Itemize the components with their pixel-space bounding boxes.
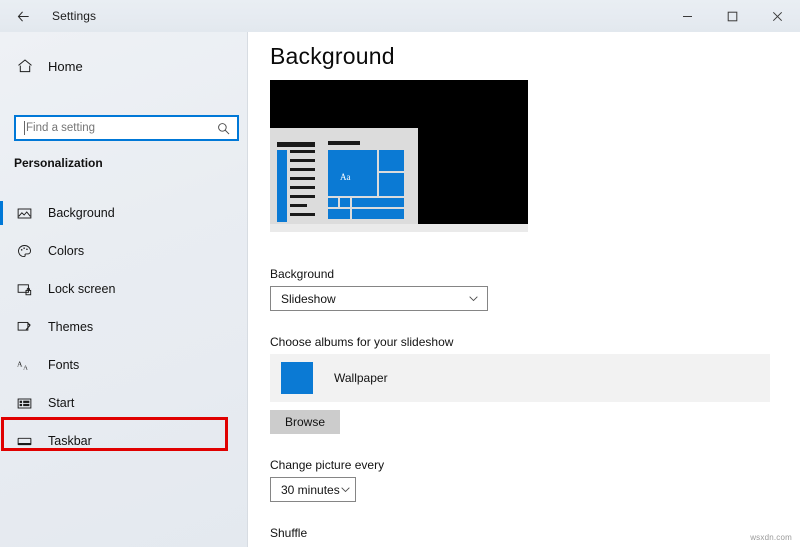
album-list-item[interactable]: Wallpaper — [270, 354, 770, 402]
preview-tile — [352, 209, 404, 219]
shuffle-label: Shuffle — [270, 526, 308, 540]
svg-text:A: A — [23, 364, 28, 371]
themes-icon — [14, 317, 34, 337]
preview-app-column — [277, 150, 287, 222]
sidebar-item-lock-screen[interactable]: Lock screen — [0, 270, 248, 308]
preview-tile-label: Aa — [340, 172, 351, 182]
chevron-down-icon — [467, 293, 479, 305]
sidebar: Home Personalization Ba — [0, 32, 248, 547]
chevron-down-icon — [340, 484, 352, 496]
preview-tile — [328, 198, 338, 207]
sidebar-item-background[interactable]: Background — [0, 194, 248, 232]
sidebar-item-taskbar[interactable]: Taskbar — [0, 422, 248, 460]
background-label: Background — [270, 267, 335, 281]
interval-label: Change picture every — [270, 458, 385, 472]
sidebar-item-start[interactable]: Start — [0, 384, 248, 422]
image-icon — [14, 203, 34, 223]
background-select[interactable]: Slideshow — [270, 286, 488, 311]
sidebar-item-label: Fonts — [48, 358, 80, 372]
album-thumbnail — [281, 362, 313, 394]
sidebar-item-label: Background — [48, 206, 115, 220]
preview-tile — [379, 173, 404, 196]
preview-tile — [328, 209, 350, 219]
start-menu-preview: Aa — [270, 128, 418, 224]
preview-list-line — [290, 195, 315, 198]
preview-list-line — [290, 150, 315, 153]
preview-tile — [328, 150, 377, 196]
preview-list-line — [290, 204, 307, 207]
sidebar-item-themes[interactable]: Themes — [0, 308, 248, 346]
sidebar-nav-list: Background Colors Lock screen Themes A A… — [0, 194, 248, 460]
title-bar: Settings — [0, 0, 800, 32]
desktop-preview: Aa — [270, 80, 528, 232]
window-title: Settings — [52, 9, 97, 23]
sidebar-item-fonts[interactable]: A A Fonts — [0, 346, 248, 384]
back-arrow-icon[interactable] — [0, 0, 46, 32]
preview-header-bar — [277, 142, 315, 147]
album-name: Wallpaper — [334, 371, 388, 385]
close-icon[interactable] — [755, 0, 800, 32]
preview-list-line — [290, 177, 315, 180]
svg-text:A: A — [17, 359, 23, 368]
preview-list-line — [290, 159, 315, 162]
settings-window: Settings Home Find a setting Personaliza… — [0, 0, 800, 547]
preview-list-line — [290, 186, 315, 189]
sidebar-item-label: Themes — [48, 320, 94, 334]
taskbar-icon — [14, 431, 34, 451]
sidebar-item-label: Taskbar — [48, 434, 92, 448]
preview-tile-group: Aa — [328, 141, 404, 222]
home-label: Home — [48, 58, 83, 74]
page-title: Background — [270, 43, 395, 69]
search-icon — [216, 121, 231, 136]
interval-select[interactable]: 30 minutes — [270, 477, 356, 502]
maximize-icon[interactable] — [710, 0, 755, 32]
interval-select-value: 30 minutes — [281, 482, 340, 497]
sidebar-item-home[interactable]: Home — [0, 49, 248, 83]
watermark: wsxdn.com — [750, 533, 792, 542]
fonts-icon: A A — [14, 355, 34, 375]
minimize-icon[interactable] — [665, 0, 710, 32]
sidebar-item-colors[interactable]: Colors — [0, 232, 248, 270]
preview-tile — [379, 150, 404, 171]
lock-screen-icon — [14, 279, 34, 299]
text-caret — [24, 121, 25, 135]
sidebar-section-title: Personalization — [14, 156, 103, 170]
preview-tile — [340, 198, 350, 207]
albums-label: Choose albums for your slideshow — [270, 335, 454, 349]
sidebar-item-label: Colors — [48, 244, 85, 258]
start-tiles-icon — [14, 393, 34, 413]
preview-list-line — [290, 213, 315, 216]
search-box[interactable] — [14, 115, 239, 141]
home-icon — [14, 55, 36, 77]
palette-icon — [14, 241, 34, 261]
preview-taskbar — [270, 224, 528, 232]
browse-button[interactable]: Browse — [270, 410, 340, 434]
sidebar-item-label: Lock screen — [48, 282, 116, 296]
window-controls — [665, 0, 800, 32]
main-content: Background Aa Background Slideshow Choos… — [249, 32, 800, 547]
background-select-value: Slideshow — [281, 291, 336, 306]
search-input[interactable] — [26, 122, 216, 134]
sidebar-item-label: Start — [48, 396, 75, 410]
preview-tile-group-header — [328, 141, 360, 145]
preview-list-line — [290, 168, 315, 171]
preview-tile — [352, 198, 404, 207]
